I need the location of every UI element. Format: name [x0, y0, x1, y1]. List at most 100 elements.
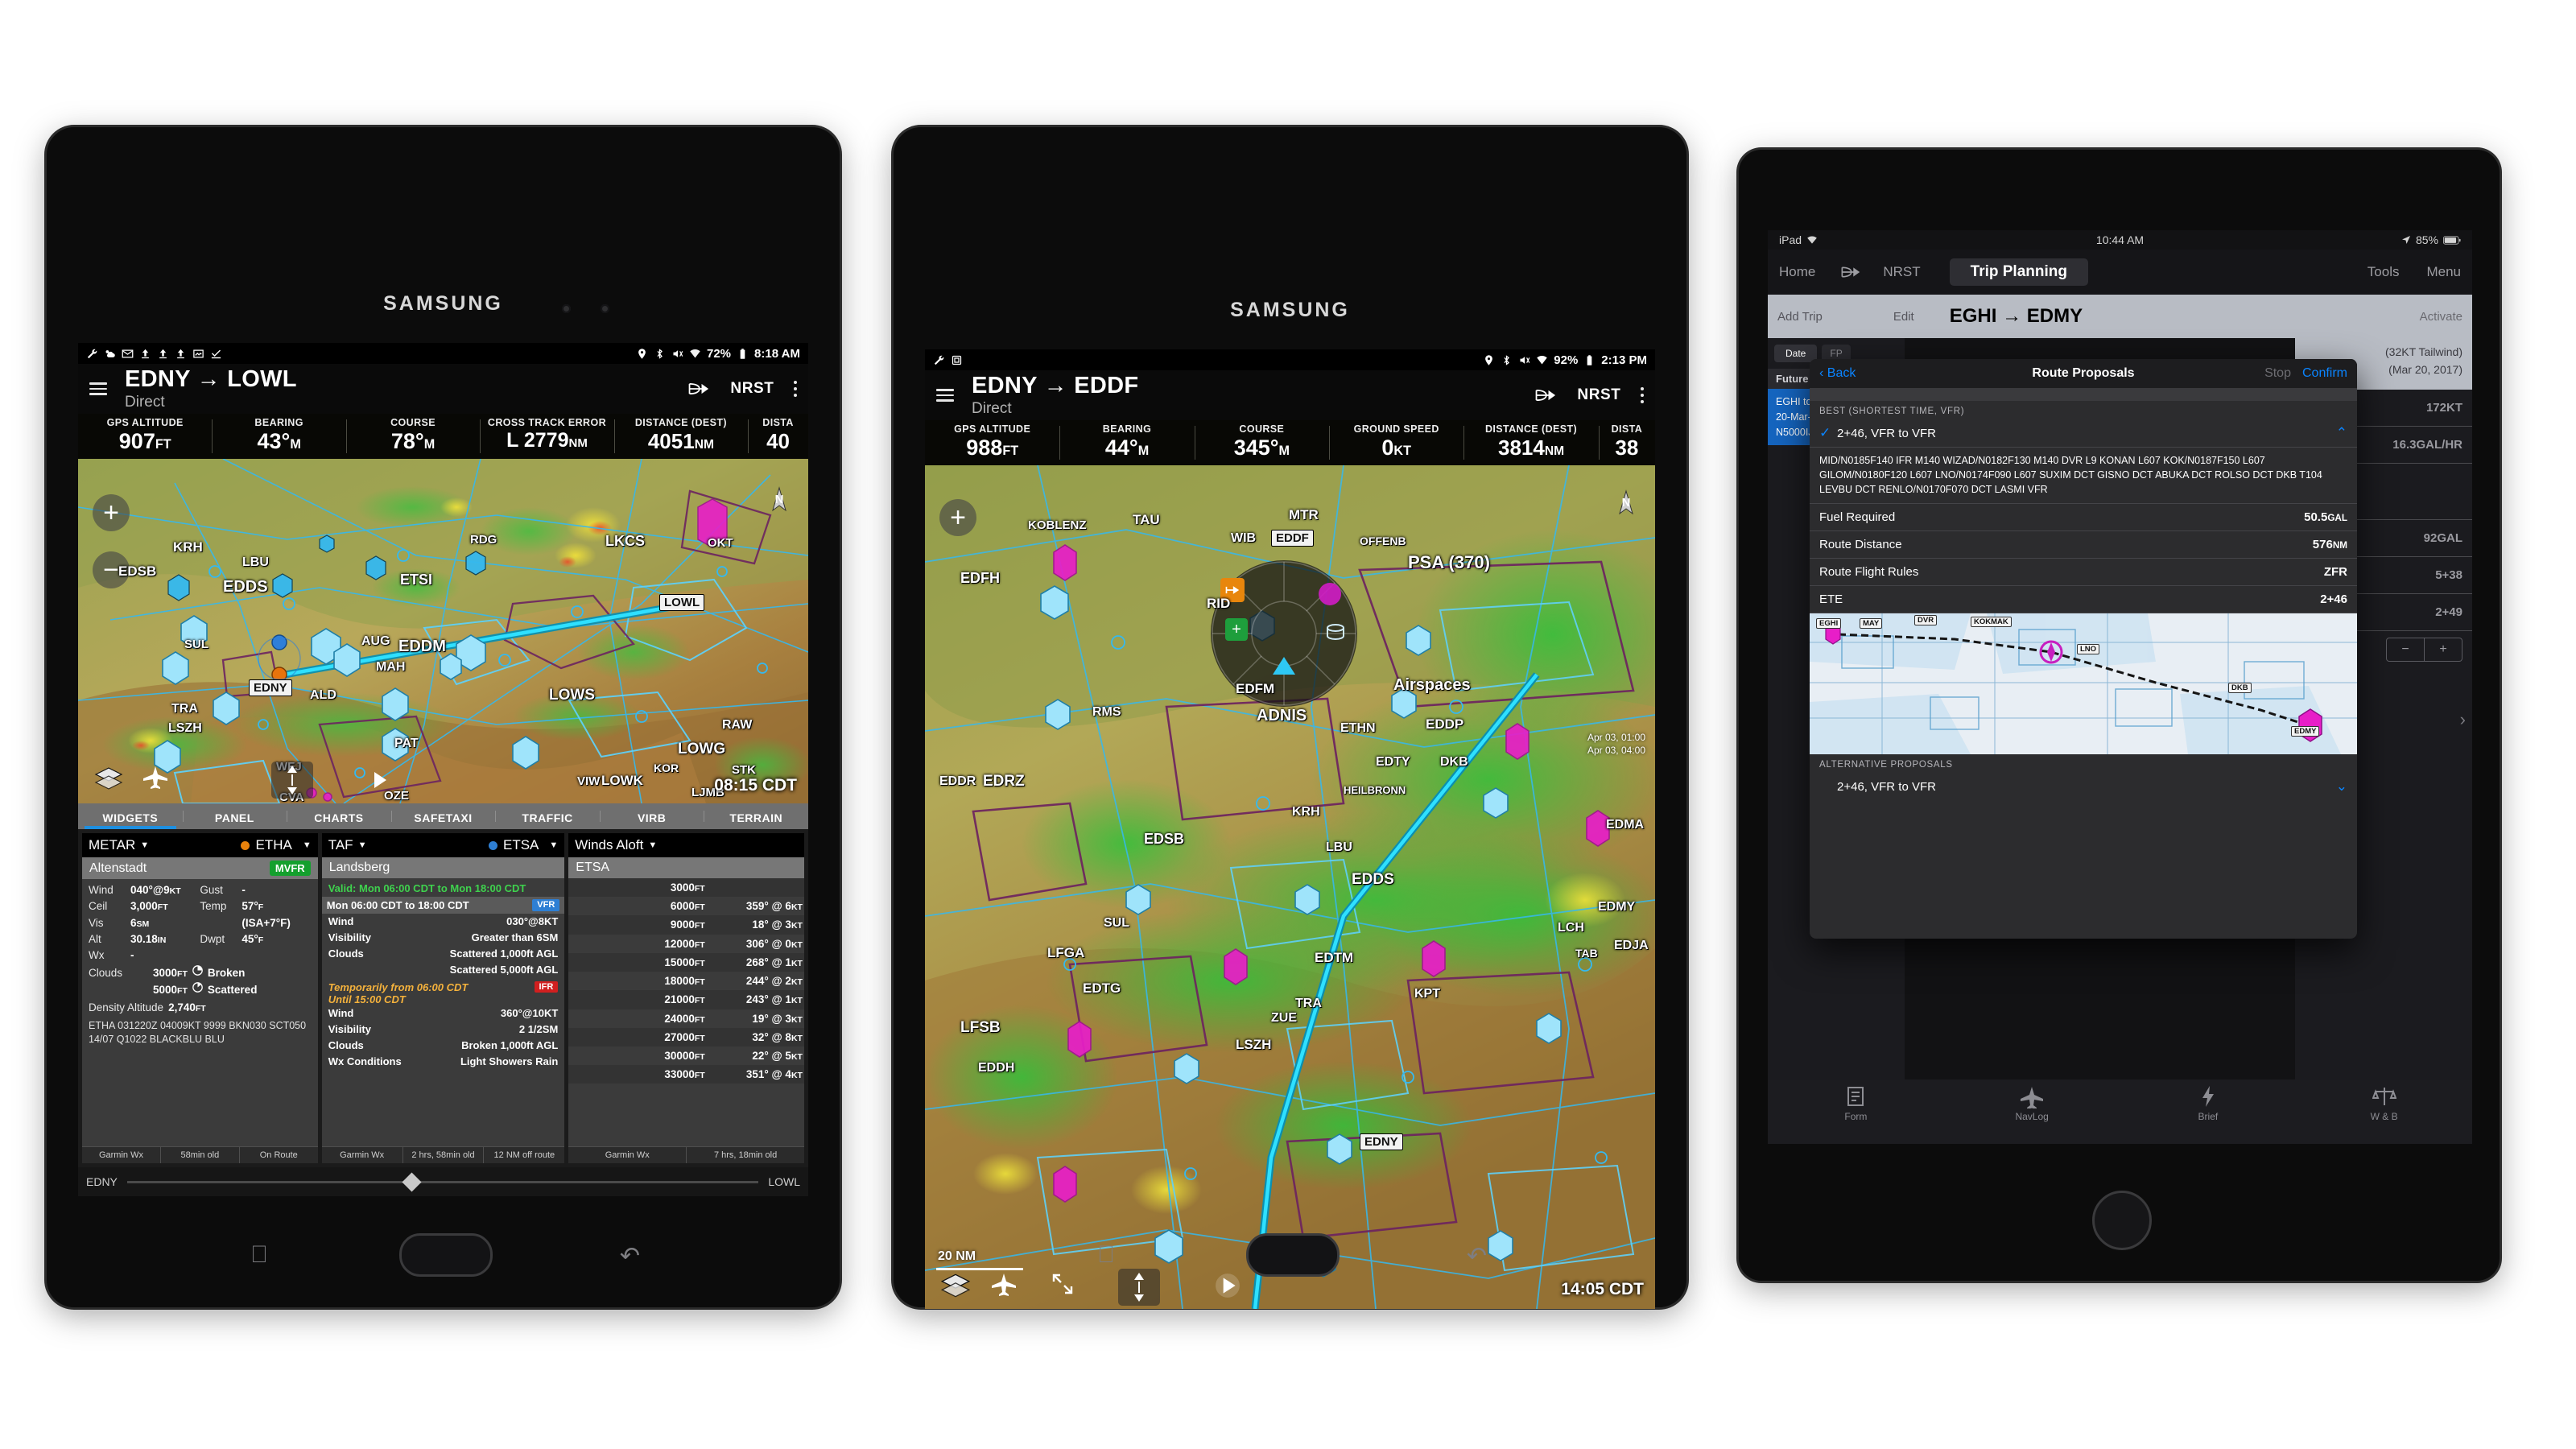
- data-cell[interactable]: DISTA 40: [748, 414, 808, 459]
- tab-form[interactable]: Form: [1768, 1080, 1944, 1144]
- back-icon[interactable]: ↶: [1467, 1242, 1487, 1270]
- home-button[interactable]: Home: [1779, 264, 1815, 280]
- chevron-down-icon[interactable]: ▼: [648, 840, 657, 850]
- layers-icon[interactable]: [935, 1267, 976, 1304]
- play-icon[interactable]: [358, 762, 400, 799]
- data-cell[interactable]: GPS ALTITUDE 988FT: [925, 420, 1059, 465]
- data-cell[interactable]: DISTA 38: [1598, 420, 1655, 465]
- airspace-icon[interactable]: [1323, 621, 1348, 650]
- radial-context-menu[interactable]: +: [1211, 560, 1357, 707]
- map-chip-lowl[interactable]: LOWL: [659, 594, 705, 611]
- aircraft-icon[interactable]: [134, 758, 176, 795]
- data-cell[interactable]: GPS ALTITUDE 907FT: [78, 414, 212, 459]
- layers-icon[interactable]: [88, 760, 130, 797]
- recents-icon[interactable]: ⎕: [1099, 1241, 1113, 1269]
- home-button-tablet1[interactable]: [398, 1233, 493, 1277]
- data-cell[interactable]: BEARING 44°M: [1059, 420, 1194, 465]
- edit-button[interactable]: Edit: [1893, 310, 1914, 324]
- proposal-row-selected[interactable]: ✓ 2+46, VFR to VFR ⌃: [1810, 419, 2357, 448]
- navlog-icon: [2021, 1087, 2044, 1109]
- chevron-down-icon[interactable]: ▼: [140, 840, 149, 850]
- route-proposals-modal: ‹ Back Route Proposals Stop Confirm BEST…: [1810, 359, 2357, 939]
- stepper-plus-button[interactable]: +: [2425, 638, 2462, 662]
- tab-virb[interactable]: VIRB: [599, 806, 704, 829]
- add-trip-button[interactable]: Add Trip: [1777, 310, 1823, 324]
- north-up-icon[interactable]: N: [1610, 489, 1642, 526]
- zoom-in-icon[interactable]: +: [939, 499, 976, 536]
- pan-vertical-icon[interactable]: [1118, 1269, 1160, 1306]
- zoom-in-icon[interactable]: +: [93, 494, 130, 531]
- route-title[interactable]: EDNY → EDDF: [972, 374, 1138, 398]
- expand-icon[interactable]: [1042, 1265, 1084, 1302]
- tab-brief[interactable]: Brief: [2120, 1080, 2297, 1144]
- kebab-menu-icon[interactable]: [793, 380, 797, 398]
- data-value: 40: [766, 429, 791, 453]
- data-cell[interactable]: COURSE 345°M: [1194, 420, 1329, 465]
- chevron-right-icon[interactable]: ›: [2460, 709, 2466, 730]
- map-chip-eddf[interactable]: EDDF: [1271, 530, 1314, 547]
- chevron-down-icon[interactable]: ▼: [303, 840, 312, 850]
- back-icon[interactable]: ↶: [620, 1242, 640, 1270]
- kebab-menu-icon[interactable]: [1640, 386, 1644, 404]
- tab-traffic[interactable]: TRAFFIC: [495, 806, 600, 829]
- tools-button[interactable]: Tools: [2368, 264, 2400, 280]
- data-cell[interactable]: COURSE 78°M: [345, 414, 480, 459]
- map-label: EDSB: [118, 564, 157, 579]
- activate-button[interactable]: Activate: [2420, 310, 2462, 324]
- direct-to-icon[interactable]: [1839, 265, 1862, 279]
- cruise-speed-value: 172KT: [2425, 401, 2462, 415]
- recents-icon[interactable]: ⎕: [252, 1241, 266, 1269]
- route-track[interactable]: [126, 1171, 759, 1192]
- direct-to-icon[interactable]: [1534, 386, 1558, 404]
- play-icon[interactable]: [1207, 1267, 1249, 1304]
- data-cell[interactable]: DISTANCE (DEST) 3814NM: [1463, 420, 1598, 465]
- tab-navlog[interactable]: NavLog: [1944, 1080, 2120, 1144]
- tab-panel[interactable]: PANEL: [182, 806, 287, 829]
- add-waypoint-icon[interactable]: +: [1225, 618, 1248, 641]
- moving-map-tablet1[interactable]: + − N EDNY LOWL KRH EDSB LBU EDDS ETSI R…: [78, 459, 808, 803]
- tab-charts[interactable]: CHARTS: [287, 806, 391, 829]
- route-preview-map[interactable]: EGHI MAY DVR KOKMAK LNO DKB EDMY: [1810, 613, 2357, 755]
- route-progress-bar[interactable]: EDNY LOWL: [78, 1167, 808, 1196]
- tab-weight-balance[interactable]: W & B: [2296, 1080, 2472, 1144]
- back-button[interactable]: ‹ Back: [1819, 366, 1856, 381]
- chevron-down-icon[interactable]: ▼: [358, 840, 367, 850]
- stop-button[interactable]: Stop: [2264, 366, 2291, 381]
- tab-terrain[interactable]: TERRAIN: [704, 806, 808, 829]
- data-cell[interactable]: CROSS TRACK ERROR L 2779NM: [480, 414, 613, 459]
- chevron-up-icon[interactable]: ⌃: [2336, 425, 2347, 441]
- home-button-ipad[interactable]: [2091, 1191, 2152, 1250]
- moving-map-tablet2[interactable]: + EDDF EDNY PSA (370) Airspaces ADNIS KO…: [925, 465, 1655, 1309]
- nrst-button[interactable]: NRST: [1883, 264, 1920, 280]
- aircraft-icon[interactable]: [983, 1265, 1025, 1302]
- winds-row: 6000FT 359° @ 6KT: [568, 897, 804, 915]
- data-cell[interactable]: BEARING 43°M: [212, 414, 345, 459]
- tab-safetaxi[interactable]: SAFETAXI: [390, 806, 496, 829]
- pan-vertical-icon[interactable]: [271, 762, 313, 799]
- home-button-tablet2[interactable]: [1245, 1233, 1340, 1277]
- tab-widgets[interactable]: WIDGETS: [78, 806, 183, 829]
- proposal-row-alternative[interactable]: 2+46, VFR to VFR ⌄: [1810, 773, 2357, 800]
- hamburger-icon[interactable]: [936, 389, 954, 402]
- data-cell[interactable]: GROUND SPEED 0KT: [1329, 420, 1463, 465]
- menu-button[interactable]: Menu: [2426, 264, 2461, 280]
- route-title[interactable]: EDNY → LOWL: [125, 367, 297, 392]
- nrst-button[interactable]: NRST: [1577, 386, 1620, 404]
- chevron-down-icon[interactable]: ⌄: [2336, 778, 2347, 795]
- data-cell[interactable]: DISTANCE (DEST) 4051NM: [613, 414, 748, 459]
- confirm-button[interactable]: Confirm: [2302, 366, 2347, 381]
- metar-header[interactable]: METAR ▼ ETHA ▼: [82, 833, 318, 857]
- diamond-marker-icon[interactable]: [402, 1171, 422, 1192]
- stepper-minus-button[interactable]: −: [2386, 638, 2425, 662]
- chevron-down-icon[interactable]: ▼: [549, 840, 558, 850]
- hamburger-icon[interactable]: [89, 382, 107, 395]
- direct-to-icon[interactable]: [687, 380, 711, 398]
- taf-value: 2 1/2SM: [518, 1022, 559, 1035]
- map-chip-edny[interactable]: EDNY: [249, 679, 292, 696]
- weather-cloud-icon: [105, 349, 115, 357]
- taf-header[interactable]: TAF ▼ ETSA ▼: [321, 833, 565, 857]
- north-up-icon[interactable]: N: [763, 486, 795, 523]
- winds-aloft-header[interactable]: Winds Aloft ▼: [568, 833, 804, 857]
- nrst-button[interactable]: NRST: [730, 380, 774, 398]
- map-chip-edny[interactable]: EDNY: [1360, 1133, 1403, 1150]
